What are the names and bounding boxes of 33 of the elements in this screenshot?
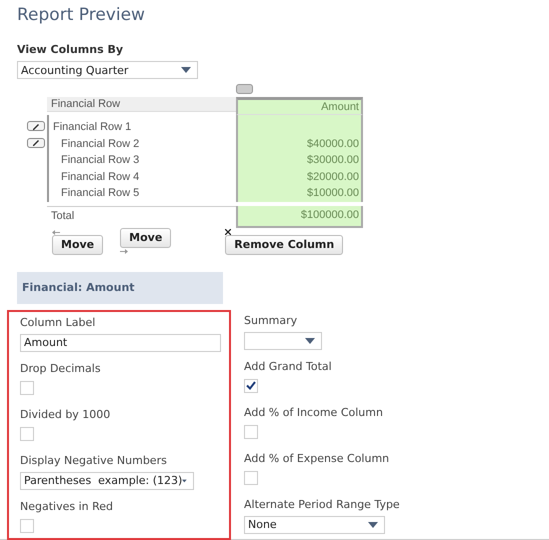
row-label: Financial Row 1 <box>53 121 132 133</box>
move-button[interactable]: Move <box>52 234 104 254</box>
field-label: Add % of Income Column <box>244 406 384 420</box>
field-label: Negatives in Red <box>20 500 114 514</box>
column-header: Amount <box>236 97 363 115</box>
dropdown[interactable]: Accounting Quarter <box>17 61 198 79</box>
field-label: Alternate Period Range Type <box>244 498 400 512</box>
field-label: Add Grand Total <box>244 360 333 374</box>
amount-cell: $30000.00 <box>236 152 363 168</box>
field-label: Column Label <box>20 316 96 330</box>
page-title: Report Preview <box>17 4 146 26</box>
dropdown[interactable]: None <box>244 516 385 534</box>
row-label: Financial Row 4 <box>61 170 140 182</box>
total-label: Total <box>47 206 236 226</box>
dropdown[interactable]: Parentheses example: (123) <box>20 472 194 490</box>
remove-column-button[interactable]: Remove Column <box>225 234 344 254</box>
field-label: Add % of Expense Column <box>244 452 390 466</box>
total-amount: $100000.00 <box>236 206 363 228</box>
row-label: Financial Row 5 <box>61 187 140 199</box>
field-label: Drop Decimals <box>20 362 102 376</box>
field-label: Summary <box>244 314 298 328</box>
section-header: Financial: Amount <box>17 272 223 304</box>
amount-cell: $10000.00 <box>236 185 363 202</box>
amount-cell: $40000.00 <box>236 136 363 152</box>
field-label: Display Negative Numbers <box>20 454 168 468</box>
row-label: Financial Row 3 <box>61 154 140 166</box>
field-label: View Columns By <box>17 43 124 57</box>
row-label: Financial Row 2 <box>61 138 140 150</box>
move-button[interactable]: Move <box>120 228 172 248</box>
column-header: Financial Row <box>47 97 236 112</box>
field-label: Divided by 1000 <box>20 408 112 422</box>
amount-cell: $20000.00 <box>236 168 363 185</box>
text-field[interactable]: Amount <box>20 334 221 352</box>
